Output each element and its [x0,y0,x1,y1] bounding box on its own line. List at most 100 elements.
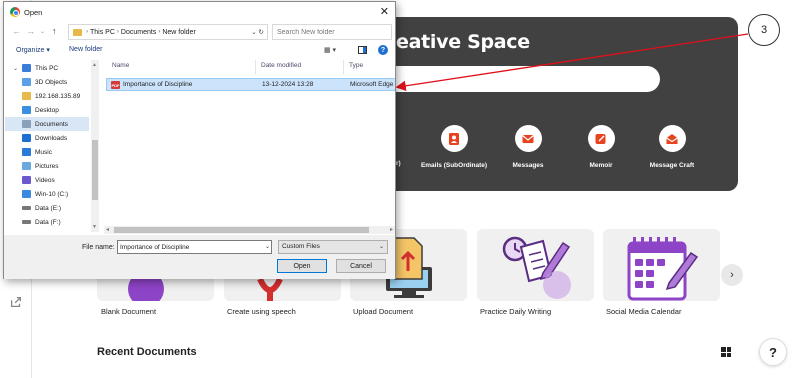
drive-icon [22,206,31,210]
music-icon [22,148,31,156]
cancel-button[interactable]: Cancel [336,259,386,273]
windows-drive-icon [22,190,31,198]
nav-item-this-pc[interactable]: This PC [5,61,89,75]
nav-item-data-e[interactable]: Data (E:) [5,201,89,215]
mail-icon [514,125,542,152]
card-label: Practice Daily Writing [480,307,552,316]
file-name: Importance of Discipline [123,81,193,88]
file-row[interactable]: PDF Importance of Discipline 13-12-2024 … [106,78,395,91]
share-icon[interactable] [9,295,23,309]
card-practice-daily-writing[interactable] [477,229,594,301]
scroll-thumb[interactable] [114,227,369,233]
file-date: 13-12-2024 13:28 [262,81,314,88]
tool-label: Messages [512,162,544,169]
card-label: Upload Document [353,307,414,316]
nav-item-data-f[interactable]: Data (F:) [5,215,89,229]
tool-emails-subordinate[interactable]: Emails (SubOrdinate) [414,125,494,169]
open-mail-icon [658,125,686,152]
breadcrumb-new-folder[interactable]: New folder [162,29,195,36]
chrome-icon [10,7,20,17]
up-arrow-icon[interactable]: ↑ [52,26,57,36]
chevron-down-icon[interactable]: ⌄ [265,243,270,250]
column-header-date-modified[interactable]: Date modified [261,62,301,69]
3d-objects-icon [22,78,31,86]
grid-view-icon[interactable] [721,347,731,357]
dialog-title: Open [24,8,43,17]
tool-label: Emails (SubOrdinate) [420,162,488,169]
network-drive-icon [22,92,31,100]
hero-search-bar[interactable] [360,66,660,92]
file-list-scrollbar[interactable]: ◂ ▸ [104,226,395,234]
file-list: ^ Name Date modified Type PDF Importance… [104,60,395,225]
scroll-right-icon[interactable]: ▸ [390,226,393,233]
hero-title: eative Space [396,31,530,53]
preview-pane-icon[interactable] [358,46,367,54]
card-label: Blank Document [101,307,157,316]
forward-arrow-icon[interactable]: → [26,26,35,36]
folder-icon [73,28,82,36]
breadcrumb-documents[interactable]: Documents [121,29,156,36]
card-social-media-calendar[interactable] [603,229,720,301]
card-label: Social Media Calendar [606,307,682,316]
nav-item-desktop[interactable]: Desktop [5,103,89,117]
nav-item-pictures[interactable]: Pictures [5,159,89,173]
documents-icon [22,120,31,128]
tool-memoir[interactable]: Memoir [561,125,641,169]
help-icon[interactable]: ? [378,45,388,55]
nav-pane-scrollbar[interactable]: ▲ ▼ [91,60,99,232]
scroll-thumb[interactable] [92,140,98,200]
help-button[interactable]: ? [759,338,787,366]
tool-label: Message Craft [649,162,695,169]
daily-writing-icon [502,236,571,299]
new-folder-button[interactable]: New folder [69,46,102,53]
scroll-up-icon[interactable]: ▲ [92,62,97,68]
sort-caret-icon: ^ [181,60,184,64]
nav-item-downloads[interactable]: Downloads [5,131,89,145]
this-pc-icon [22,64,31,72]
tool-message-craft[interactable]: Message Craft [632,125,712,169]
navigation-pane: ⌄ This PC 3D Objects 192.168.135.89 Desk… [5,60,99,232]
dialog-titlebar: Open ✕ [4,2,395,22]
carousel-next-button[interactable]: › [721,264,743,286]
file-name-input[interactable] [117,240,272,254]
nav-item-documents[interactable]: Documents [5,117,89,131]
tool-label: Memoir [589,162,613,169]
drive-icon [22,220,31,224]
search-box[interactable] [272,24,392,40]
breadcrumb-this-pc[interactable]: This PC [90,29,115,36]
open-button[interactable]: Open [277,259,327,273]
scroll-left-icon[interactable]: ◂ [106,226,109,233]
organize-button[interactable]: Organize ▾ [16,46,50,54]
file-type-filter-value: Custom Files [282,243,320,250]
recent-documents-heading: Recent Documents [97,346,197,358]
scroll-down-icon[interactable]: ▼ [92,224,97,230]
column-header-type[interactable]: Type [349,62,363,69]
address-bar[interactable]: › This PC › Documents › New folder ⌄ ↻ [68,24,268,40]
column-header-name[interactable]: Name [112,62,129,69]
chevron-down-icon: ⌄ [378,244,384,250]
edit-icon [587,125,615,152]
nav-item-network-drive[interactable]: 192.168.135.89 [5,89,89,103]
calendar-icon [627,237,699,301]
search-input[interactable] [277,28,377,36]
back-arrow-icon[interactable]: ← [12,26,21,36]
card-label: Create using speech [227,307,296,316]
column-divider[interactable] [255,60,256,74]
refresh-icon[interactable]: ⌄ ↻ [251,28,264,36]
file-type-filter[interactable]: Custom Files ⌄ [278,240,388,254]
tool-messages[interactable]: Messages [488,125,568,169]
file-name-label: File name: [82,244,115,251]
videos-icon [22,176,31,184]
pdf-file-icon: PDF [111,81,120,89]
view-options-icon[interactable]: ▦ ▾ [324,46,336,54]
column-divider[interactable] [343,60,344,74]
nav-item-videos[interactable]: Videos [5,173,89,187]
nav-item-3d-objects[interactable]: 3D Objects [5,75,89,89]
nav-item-win10-c[interactable]: Win-10 (C:) [5,187,89,201]
close-icon[interactable]: ✕ [380,5,389,18]
chevron-down-icon[interactable]: ⌄ [40,28,45,35]
downloads-icon [22,134,31,142]
pictures-icon [22,162,31,170]
open-file-dialog: Open ✕ ← → ⌄ ↑ › This PC › Documents › N… [3,1,396,279]
nav-item-music[interactable]: Music [5,145,89,159]
